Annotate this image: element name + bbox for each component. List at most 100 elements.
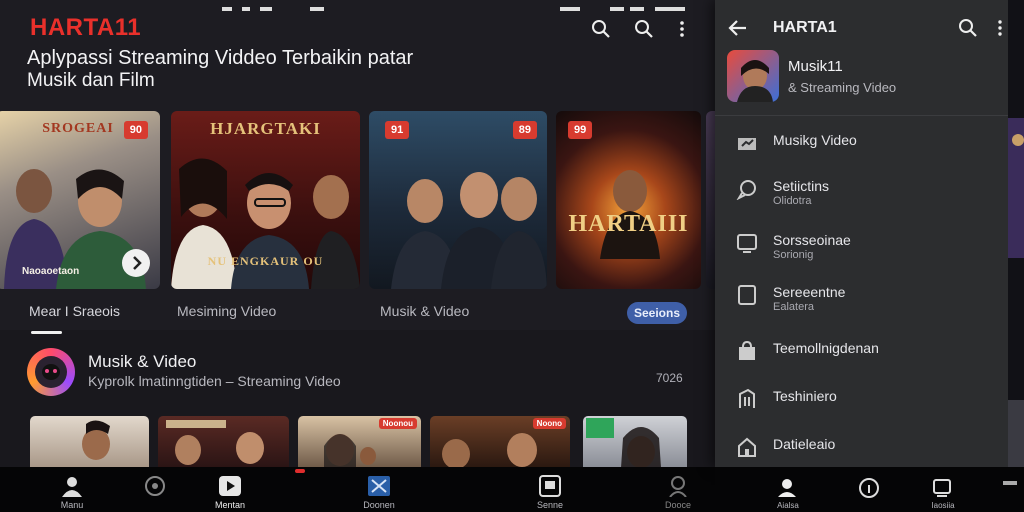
- drawer-item-label: Musikg Video: [773, 132, 857, 148]
- card-badge: 90: [123, 121, 148, 139]
- more-vert-icon: [998, 20, 1002, 36]
- video-icon: [738, 138, 756, 150]
- search-icon-2[interactable]: [633, 18, 655, 40]
- drawer-item-sub: Olidotra: [773, 195, 812, 207]
- tab-3[interactable]: Musik & Video: [380, 303, 469, 319]
- drawer-menu-button[interactable]: [994, 17, 1006, 39]
- signal-icons: [560, 7, 685, 11]
- carousel-card[interactable]: SROGEAI 90 Naoaoetaon: [0, 111, 160, 289]
- filter-pill-button[interactable]: Seeions: [627, 302, 687, 324]
- channel-avatar[interactable]: [27, 348, 75, 396]
- card-badge: 91: [385, 121, 410, 139]
- thumbnail-art: [166, 420, 264, 465]
- tab-1[interactable]: Mear I Sraeois: [29, 303, 120, 319]
- chevron-right-icon: [133, 256, 142, 270]
- play-icon: [219, 476, 241, 496]
- nav-label: Dooce: [664, 500, 691, 510]
- drawer-item-home[interactable]: Datieleaio: [715, 428, 1008, 468]
- nav-item-home[interactable]: Manu: [32, 467, 112, 512]
- drawer-item-building[interactable]: Teshiniero: [715, 380, 1008, 420]
- drawer-header: HARTA1 Musik11 & Streaming Video: [715, 0, 1008, 115]
- drawer-item-sub: Ealatera: [773, 301, 814, 313]
- profile-icon: [669, 476, 687, 497]
- profile-name: Musik11: [788, 58, 843, 75]
- tablet-icon: [738, 285, 756, 305]
- featured-carousel: SROGEAI 90 Naoaoetaon HJARGTAKI NU ENGKA…: [0, 111, 715, 289]
- profile-subtitle: & Streaming Video: [788, 80, 897, 95]
- carousel-card[interactable]: 99 HARTAIII: [556, 111, 701, 289]
- video-thumbnail[interactable]: Noonou: [298, 416, 421, 468]
- nav-item-play[interactable]: Mentan: [190, 467, 270, 512]
- info-icon: [859, 478, 879, 498]
- drawer-search-button[interactable]: [957, 17, 979, 39]
- video-thumbnail[interactable]: [158, 416, 289, 468]
- drawer-item-label: Sorsseoinae: [773, 232, 851, 248]
- search-icon: [959, 19, 977, 37]
- carousel-card[interactable]: HJARGTAKI NU ENGKAUR OU: [171, 111, 360, 289]
- carousel-card[interactable]: 91 89: [369, 111, 547, 289]
- drawer-item-shopping[interactable]: Teemollnigdenan: [715, 332, 1008, 372]
- thumbnail-art: [82, 420, 110, 460]
- active-tab-indicator: [31, 331, 62, 334]
- profile-icon: [778, 479, 796, 497]
- drawer-item-music-video[interactable]: Musikg Video: [715, 124, 1008, 164]
- drawer-item-label: Datieleaio: [773, 436, 836, 452]
- headline: Aplypassi Streaming Viddeo Terbaikin pat…: [27, 47, 414, 69]
- drawer-nav-profile[interactable]: Aialsa: [758, 467, 818, 512]
- video-thumbnail[interactable]: [30, 416, 149, 468]
- drawer-nav-info[interactable]: [840, 467, 900, 512]
- section-title: Musik & Video: [88, 352, 197, 371]
- drawer-item-label: Sereeentne: [773, 284, 846, 300]
- main-app: HARTA11 Aplypassi Streaming Viddeo Terba…: [0, 0, 715, 512]
- status-bar: [220, 0, 330, 11]
- bag-icon: [739, 340, 755, 360]
- drawer-avatar[interactable]: [727, 50, 779, 102]
- carousel-card-partial[interactable]: [706, 111, 715, 289]
- tv-icon: [737, 234, 757, 253]
- card-badge: 99: [568, 121, 593, 139]
- edge-artwork: [1008, 118, 1024, 467]
- avatar-art: [737, 60, 773, 102]
- music-icon: [145, 476, 165, 496]
- nav-label: Senne: [536, 500, 564, 510]
- video-thumbnail-row: Noonou Noono: [0, 416, 715, 468]
- list-icon: [933, 479, 951, 497]
- drawer-item-label: Teemollnigdenan: [773, 340, 879, 356]
- drawer-nav-list[interactable]: Iaosiia: [913, 467, 973, 512]
- drawer-item-device[interactable]: Sereeentne Ealatera: [715, 276, 1008, 316]
- drawer-item-label: Teshiniero: [773, 388, 837, 404]
- chat-icon: [736, 180, 756, 200]
- subheadline: Musik dan Film: [27, 70, 155, 91]
- card-title: HJARGTAKI: [210, 119, 321, 138]
- next-arrow-button[interactable]: [122, 249, 150, 277]
- video-thumbnail[interactable]: Noono: [430, 416, 570, 468]
- nav-item-music[interactable]: [115, 467, 195, 512]
- nav-item-tv[interactable]: Senne: [510, 467, 590, 512]
- search-icon[interactable]: [590, 18, 612, 40]
- card-title: HARTAIII: [568, 211, 689, 237]
- nav-item-profile[interactable]: Dooce: [638, 467, 715, 512]
- avatar-inner: [35, 356, 67, 388]
- drawer-item-screen[interactable]: Sorsseoinae Sorionig: [715, 224, 1008, 264]
- nav-item-video[interactable]: Doonen: [339, 467, 419, 512]
- app-logo: HARTA11: [30, 14, 142, 41]
- card-badge-secondary: 89: [512, 121, 537, 139]
- drawer-item-settings[interactable]: Setiictins Olidotra: [715, 170, 1008, 210]
- home-icon: [738, 437, 756, 457]
- more-vert-icon[interactable]: [671, 18, 693, 40]
- thumbnail-badge: Noonou: [378, 418, 417, 429]
- nav-label: Aialsa: [777, 501, 799, 510]
- tab-2[interactable]: Mesiming Video: [177, 303, 276, 319]
- bottom-navigation: Manu Mentan Doonen Senne Dooce: [0, 467, 715, 512]
- side-drawer: HARTA1 Musik11 & Streaming Video Musikg …: [715, 0, 1008, 467]
- nav-label: Iaosiia: [931, 501, 955, 510]
- section-subtitle: Kyprolk lmatinngtiden – Streaming Video: [88, 373, 341, 389]
- nav-label: Doonen: [363, 500, 395, 510]
- home-icon: [62, 477, 82, 497]
- section-count: 7026: [656, 371, 683, 385]
- video-thumbnail[interactable]: [583, 416, 687, 468]
- arrow-left-icon: [728, 20, 746, 36]
- back-arrow-button[interactable]: [727, 17, 749, 39]
- background-edge: [1008, 0, 1024, 467]
- drawer-title: HARTA1: [773, 19, 837, 36]
